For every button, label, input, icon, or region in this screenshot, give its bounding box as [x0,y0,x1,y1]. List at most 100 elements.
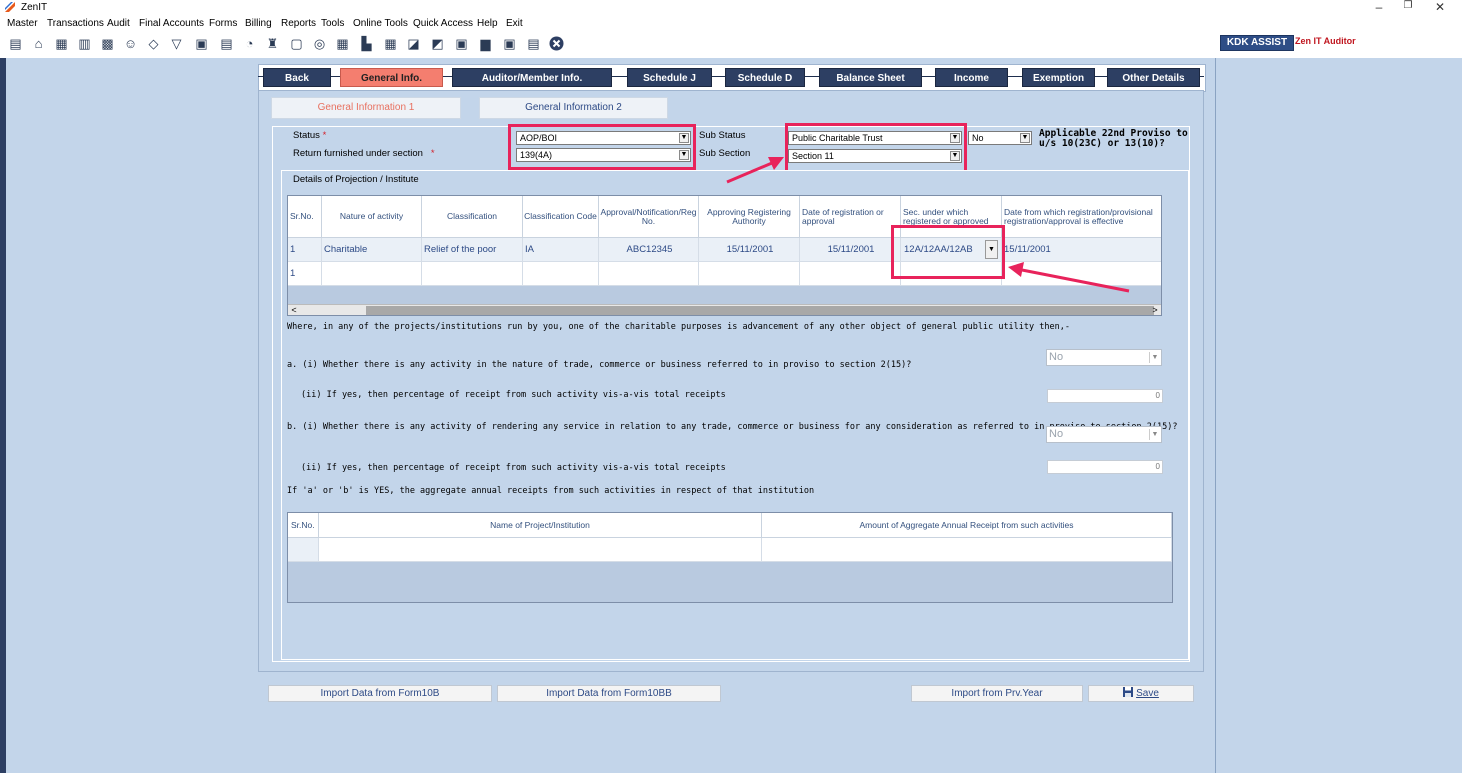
menu-billing[interactable]: Billing [245,18,272,29]
report-icon[interactable]: ▤ [8,36,23,51]
return-section-label: Return furnished under section * [293,148,435,159]
question-a1-select[interactable]: No ▼ [1046,349,1162,366]
bs-icon[interactable]: ▣ [454,36,469,51]
bar-chart-icon[interactable]: ▥ [77,36,92,51]
sheet-icon[interactable]: ▦ [335,36,350,51]
kdk-assist-button[interactable]: KDK ASSIST [1220,35,1294,51]
cell-effective-date[interactable] [1002,262,1161,286]
transfer-icon[interactable]: ◪ [406,36,421,51]
tab-back[interactable]: Back [263,68,331,87]
calendar-icon[interactable]: ▦ [383,36,398,51]
cell-approval-no[interactable] [599,262,699,286]
scroll-thumb[interactable] [366,306,1154,315]
zoom-icon[interactable]: ◎ [312,36,327,51]
import-form10b-button[interactable]: Import Data from Form10B [268,685,492,702]
building-icon[interactable]: ▩ [100,36,115,51]
title-bar: ZenIT – ❐ ✕ [0,0,1462,15]
menu-online-tools[interactable]: Online Tools [353,18,408,29]
menu-exit[interactable]: Exit [506,18,523,29]
close-circle-icon[interactable] [549,36,564,51]
tag-icon[interactable]: ◇ [146,36,161,51]
grid-icon[interactable]: ▦ [54,36,69,51]
pie-icon[interactable]: ◔ [242,36,257,51]
cell-class-code[interactable]: IA [523,238,599,262]
scroll-right-button[interactable]: > [1149,305,1161,315]
import-form10bb-button[interactable]: Import Data from Form10BB [497,685,721,702]
calculator-icon[interactable]: ▤ [219,36,234,51]
proviso-select[interactable]: No ▼ [968,131,1032,145]
archive-icon[interactable]: ▆ [478,36,493,51]
tab-general-info[interactable]: General Info. [340,68,443,87]
col-header-approval-no: Approval/Notification/Reg No. [599,196,699,238]
cell-classification[interactable]: Relief of the poor [422,238,523,262]
close-window-button[interactable]: ✕ [1425,0,1455,14]
col-header-nature: Nature of activity [322,196,422,238]
cell-approval-no[interactable]: ABC12345 [599,238,699,262]
save-label: Save [1136,688,1159,699]
menu-transactions[interactable]: Transactions [47,18,104,29]
horizontal-scrollbar[interactable]: < > [288,304,1161,315]
tab-other-details[interactable]: Other Details [1107,68,1200,87]
col-header-aggregate-amount: Amount of Aggregate Annual Receipt from … [762,513,1172,538]
chevron-down-icon: ▼ [1149,429,1160,440]
import-prev-year-button[interactable]: Import from Prv.Year [911,685,1083,702]
sub-section-label: Sub Section [699,148,751,159]
cell-classification[interactable] [422,262,523,286]
menu-final-accounts[interactable]: Final Accounts [139,18,204,29]
tab-income[interactable]: Income [935,68,1008,87]
question-b2: (ii) If yes, then percentage of receipt … [301,463,726,473]
cell-reg-date[interactable]: 15/11/2001 [800,238,901,262]
proviso-label: Applicable 22nd Proviso to u/s 10(23C) or… [1039,128,1188,149]
tab-balance-sheet[interactable]: Balance Sheet [819,68,922,87]
subtab-general-information-2[interactable]: General Information 2 [479,97,668,119]
refresh-icon[interactable]: ◩ [430,36,445,51]
tax-icon[interactable]: ▣ [194,36,209,51]
table-row[interactable] [288,538,319,562]
cell-authority[interactable] [699,262,800,286]
app-icon [5,2,15,12]
cell-nature[interactable] [322,262,422,286]
subtab-general-information-1[interactable]: General Information 1 [271,97,461,119]
filter-icon[interactable]: ▽ [169,36,184,51]
sub-status-label: Sub Status [699,130,746,141]
document-icon[interactable]: ▢ [289,36,304,51]
chart-doc-icon[interactable]: ▙ [359,36,374,51]
cell-srno[interactable]: 1 [288,238,322,262]
tab-exemption[interactable]: Exemption [1022,68,1095,87]
cell-effective-date[interactable]: 15/11/2001 [1002,238,1161,262]
scroll-left-button[interactable]: < [288,305,300,315]
product-name: Zen IT Auditor [1295,36,1356,46]
minimize-button[interactable]: – [1364,0,1394,14]
pay-icon[interactable]: ♜ [265,36,280,51]
cell-authority[interactable]: 15/11/2001 [699,238,800,262]
tab-schedule-d[interactable]: Schedule D [725,68,805,87]
cell-aggregate-amount[interactable] [762,538,1172,562]
menu-tools[interactable]: Tools [321,18,344,29]
menu-help[interactable]: Help [477,18,498,29]
col-header-srno: Sr.No. [288,196,322,238]
cell-reg-date[interactable] [800,262,901,286]
col-header-authority: Approving Registering Authority [699,196,800,238]
users-icon[interactable]: ☺ [123,36,138,51]
tds-icon[interactable]: ▣ [502,36,517,51]
menu-master[interactable]: Master [7,18,38,29]
cell-nature[interactable]: Charitable [322,238,422,262]
tab-auditor-member-info[interactable]: Auditor/Member Info. [452,68,612,87]
cell-project-name[interactable] [319,538,762,562]
cell-class-code[interactable] [523,262,599,286]
menu-bar: Master Transactions Audit Final Accounts… [0,15,1462,32]
menu-forms[interactable]: Forms [209,18,237,29]
restore-button[interactable]: ❐ [1393,0,1423,11]
question-b1-select[interactable]: No ▼ [1046,426,1162,443]
highlight-sub-status-box [785,123,967,175]
tab-schedule-j[interactable]: Schedule J [627,68,712,87]
menu-quick-access[interactable]: Quick Access [413,18,473,29]
question-b2-input[interactable]: 0 [1047,460,1163,474]
home-icon[interactable]: ⌂ [31,36,46,51]
menu-reports[interactable]: Reports [281,18,316,29]
notes-icon[interactable]: ▤ [526,36,541,51]
save-button[interactable]: Save [1088,685,1194,702]
menu-audit[interactable]: Audit [107,18,130,29]
cell-srno[interactable]: 1 [288,262,322,286]
question-a2-input[interactable]: 0 [1047,389,1163,403]
